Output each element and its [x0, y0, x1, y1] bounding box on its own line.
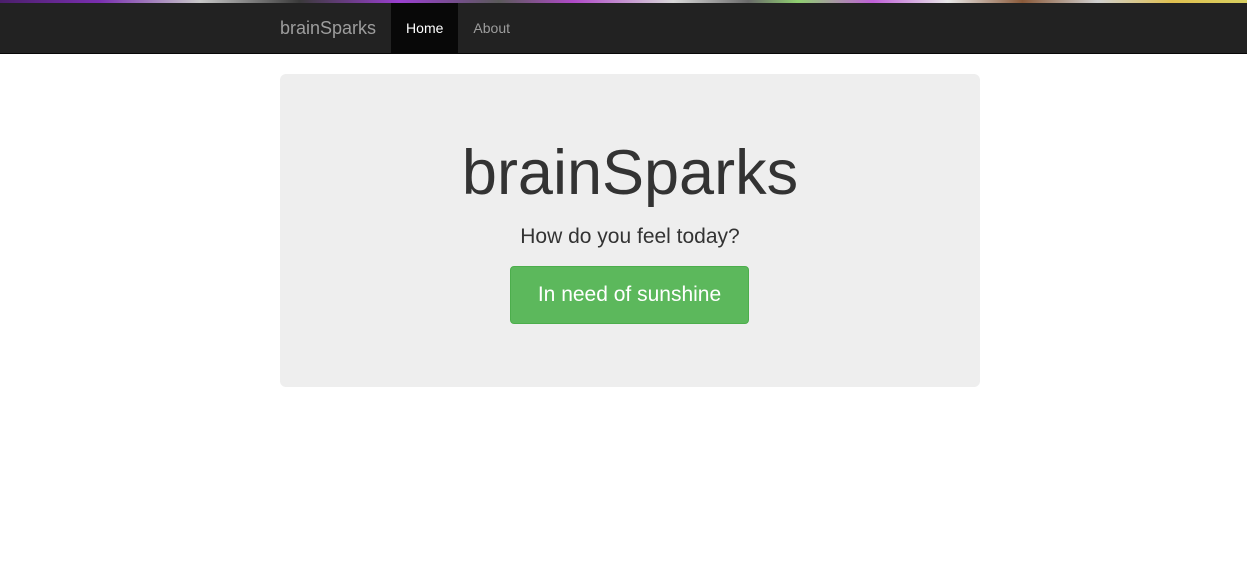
nav-item-about[interactable]: About [458, 3, 525, 53]
hero-title: brainSparks [461, 138, 799, 208]
hero-panel: brainSparks How do you feel today? In ne… [280, 74, 980, 387]
navbar-container: brainSparks Home About [265, 3, 525, 53]
navbar-brand[interactable]: brainSparks [265, 3, 391, 53]
top-navbar: brainSparks Home About [0, 3, 1247, 54]
hero-subtitle: How do you feel today? [520, 225, 740, 248]
sunshine-button[interactable]: In need of sunshine [510, 266, 749, 324]
nav-item-home[interactable]: Home [391, 3, 459, 53]
